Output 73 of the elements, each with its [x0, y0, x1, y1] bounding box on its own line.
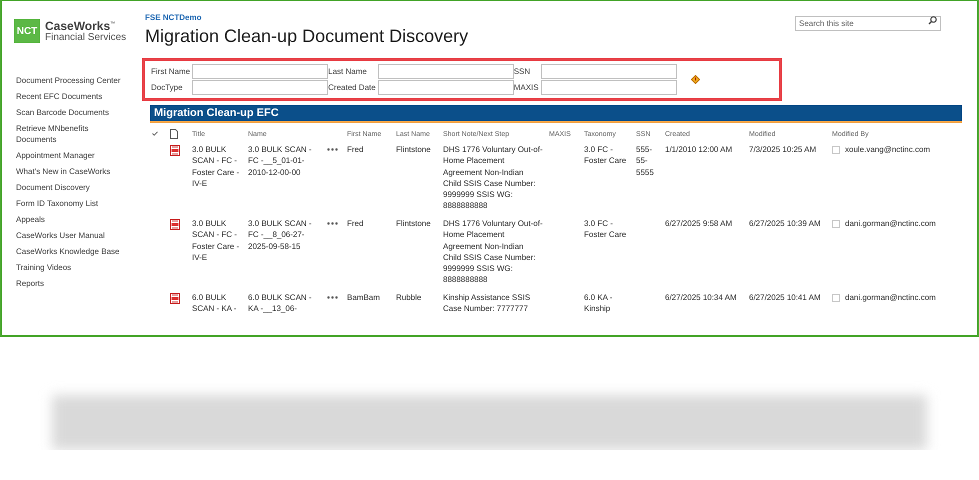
table-cell-text: Flintstone: [396, 218, 432, 230]
nav-link[interactable]: Retrieve MNbenefits Documents: [16, 123, 126, 145]
table-cell-text: 6.0 BULK SCAN - KA -__13_06-: [248, 292, 313, 314]
table-cell-text: 6/27/2025 9:58 AM: [665, 218, 734, 230]
checkmark-icon[interactable]: [152, 131, 158, 136]
filter-label: SSN: [514, 67, 532, 76]
nav-link[interactable]: Appeals: [16, 214, 126, 225]
table-cell-text: 6.0 KA - Kinship: [584, 292, 614, 314]
table-cell-text: 555-55-5555: [636, 144, 655, 179]
table-cell-text: 6/27/2025 10:41 AM: [749, 292, 822, 304]
pdf-file-icon: [170, 219, 180, 230]
table-cell-text: 6.0 BULK SCAN - KA -: [192, 292, 238, 314]
nav-link[interactable]: Appointment Manager: [16, 150, 126, 161]
table-cell-text: Fred: [347, 144, 364, 156]
table-cell-text: 6/27/2025 10:34 AM: [665, 292, 738, 304]
table-cell: xoule.vang@nctinc.com: [845, 144, 930, 156]
table-cell-text: DHS 1776 Voluntary Out-of-Home Placement Agreement Non-Indian Child SSIS Case Number: 9999999 SSIS WG: 8888888888: [443, 144, 544, 212]
table-cell-text: Kinship Assistance SSIS Case Number: 7777777: [443, 292, 532, 314]
pdf-file-icon: [170, 145, 180, 156]
pdf-file-icon: [170, 293, 180, 304]
nav-link[interactable]: Reports: [16, 278, 126, 289]
filter-input[interactable]: [192, 64, 328, 79]
site-link[interactable]: FSE NCTDemo: [145, 13, 202, 22]
table-cell-text: 7/3/2025 10:25 AM: [749, 144, 818, 156]
table-cell-text: BamBam: [347, 292, 381, 304]
list-title-bar: Migration Clean-up EFC: [150, 105, 962, 123]
presence-checkbox[interactable]: [832, 146, 840, 154]
search-field[interactable]: Search this site: [795, 16, 941, 31]
filter-input[interactable]: [540, 80, 677, 95]
diamond-warning-icon[interactable]: [690, 75, 700, 84]
filter-input[interactable]: [192, 80, 328, 95]
table-cell-text: 1/1/2010 12:00 AM: [665, 144, 734, 156]
search-icon[interactable]: [928, 16, 937, 25]
more-options-icon[interactable]: [327, 296, 338, 299]
presence-checkbox[interactable]: [832, 220, 840, 228]
table-cell-text: 3.0 BULK SCAN - FC -__5_01-01-2010-12-00-00: [248, 144, 313, 179]
document-icon: [170, 129, 178, 139]
filter-label: First Name: [151, 67, 192, 76]
table-cell-text: Rubble: [396, 292, 422, 304]
nav-link[interactable]: What's New in CaseWorks: [16, 166, 126, 177]
nav-link[interactable]: Training Videos: [16, 262, 126, 273]
table-cell: dani.gorman@nctinc.com: [845, 292, 936, 304]
table-cell-text: 6/27/2025 10:39 AM: [749, 218, 822, 230]
table-cell-text: 3.0 BULK SCAN - FC -__8_06-27-2025-09-58-15: [248, 218, 313, 253]
table-cell-text: 3.0 FC - Foster Care: [584, 144, 628, 168]
page-title: Migration Clean-up Document Discovery: [145, 26, 470, 47]
nav-link[interactable]: Document Discovery: [16, 182, 126, 193]
logo-subtitle: Financial Services: [45, 32, 126, 43]
nav-link[interactable]: Scan Barcode Documents: [16, 107, 126, 118]
table-cell-text: 3.0 BULK SCAN - FC - Foster Care - IV-E: [192, 218, 240, 264]
table-cell-text: 3.0 BULK SCAN - FC - Foster Care - IV-E: [192, 144, 240, 190]
table-cell-text: DHS 1776 Voluntary Out-of-Home Placement Agreement Non-Indian Child SSIS Case Number: 9999999 SSIS WG: 8888888888: [443, 218, 544, 286]
filter-input[interactable]: [378, 80, 514, 95]
filter-input[interactable]: [378, 64, 514, 79]
filter-label: Created Date: [328, 83, 377, 92]
presence-checkbox[interactable]: [832, 294, 840, 302]
filter-label: Last Name: [328, 67, 368, 76]
table-cell: dani.gorman@nctinc.com: [845, 218, 936, 230]
filter-label: MAXIS: [514, 83, 540, 92]
nav-link[interactable]: Document Processing Center: [16, 75, 126, 86]
table-cell-text: 3.0 FC - Foster Care: [584, 218, 628, 242]
nav-link[interactable]: CaseWorks Knowledge Base: [16, 246, 126, 257]
logo-badge: NCT: [14, 19, 40, 43]
filter-label: DocType: [151, 83, 184, 92]
filter-input[interactable]: [540, 64, 677, 79]
nav-link[interactable]: Form ID Taxonomy List: [16, 198, 126, 209]
more-options-icon[interactable]: [327, 148, 338, 151]
nav-link[interactable]: Recent EFC Documents: [16, 91, 126, 102]
logo-name: CaseWorks$^{™}$: [45, 19, 116, 32]
more-options-icon[interactable]: [327, 222, 338, 225]
table-cell-text: Fred: [347, 218, 364, 230]
table-cell-text: Flintstone: [396, 144, 432, 156]
nav-link[interactable]: CaseWorks User Manual: [16, 230, 126, 241]
